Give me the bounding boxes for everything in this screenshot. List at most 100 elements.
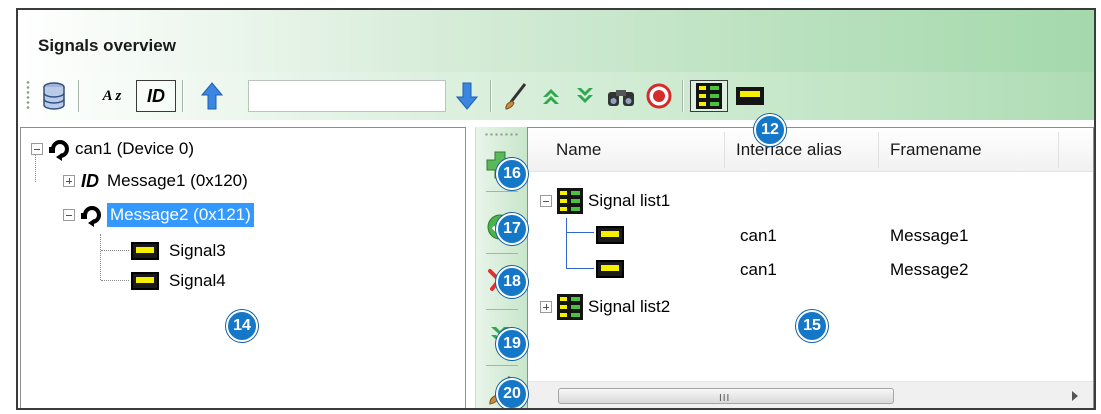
toolbar-grip[interactable] <box>484 133 518 136</box>
column-header-interface-alias[interactable]: Interface alias <box>736 140 842 160</box>
database-button[interactable] <box>38 80 70 112</box>
column-header-name[interactable]: Name <box>556 140 601 160</box>
toolbar-separator <box>490 80 491 112</box>
search-up-button[interactable] <box>194 80 230 112</box>
panel-title: Signals overview <box>38 36 176 55</box>
show-signal-lists-button[interactable] <box>690 80 728 112</box>
brush-icon <box>505 83 527 110</box>
database-icon <box>43 82 65 110</box>
device-tree: can1 (Device 0) ID Message1 (0x120) Mess… <box>20 127 466 408</box>
callout-badge: 17 <box>496 213 528 245</box>
callout-badge: 12 <box>754 114 786 146</box>
toolbar-separator <box>78 80 79 112</box>
signal-row[interactable] <box>596 254 624 284</box>
column-divider[interactable] <box>878 132 879 168</box>
toolbar-separator <box>682 80 683 112</box>
signal-list-row-2[interactable]: Signal list2 <box>540 292 670 322</box>
search-input[interactable] <box>248 80 446 112</box>
id-icon: ID <box>147 85 165 106</box>
signal-list-row-1[interactable]: Signal list1 <box>540 186 670 216</box>
sort-az-icon: A z <box>102 87 122 104</box>
double-chevron-down-icon <box>577 88 593 103</box>
toolbar: A z ID <box>18 72 1094 120</box>
signal-icon <box>131 272 159 290</box>
tree-line <box>101 250 129 251</box>
toolbar-separator <box>182 80 183 112</box>
tree-node-signal3[interactable]: Signal3 <box>131 236 226 266</box>
tree-node-label-selected: Message2 (0x121) <box>107 203 254 227</box>
column-header-framename[interactable]: Framename <box>890 140 982 160</box>
can-bus-icon <box>81 206 101 227</box>
cell-framename: Message2 <box>890 260 969 279</box>
move-to-bottom-button[interactable] <box>570 80 600 112</box>
tree-node-signal4[interactable]: Signal4 <box>131 266 226 296</box>
cell-interface-alias: can1 <box>740 260 777 279</box>
signal-list-icon <box>557 294 583 320</box>
callout-badge: 20 <box>496 378 528 408</box>
collapse-icon[interactable] <box>31 143 43 155</box>
toolbar-separator <box>486 365 518 366</box>
grid-header: Name Interface alias Framename <box>528 128 1093 172</box>
show-signals-button[interactable] <box>732 80 768 112</box>
find-button[interactable] <box>604 80 638 112</box>
collapse-icon[interactable] <box>540 195 552 207</box>
tree-line <box>566 232 594 233</box>
signal-list-label: Signal list2 <box>588 297 671 316</box>
tree-node-can1[interactable]: can1 (Device 0) <box>31 134 194 164</box>
signal-row[interactable] <box>596 220 624 250</box>
move-to-top-button[interactable] <box>536 80 566 112</box>
sort-by-id-button[interactable]: ID <box>136 80 176 112</box>
toolbar-separator <box>486 191 518 192</box>
arrow-up-icon <box>201 82 223 110</box>
scroll-right-icon[interactable] <box>1071 391 1079 401</box>
callout-badge: 15 <box>796 310 828 342</box>
signal-icon <box>596 226 624 244</box>
tree-node-message1[interactable]: ID Message1 (0x120) <box>63 166 248 196</box>
signal-icon <box>596 260 624 278</box>
signal-lists-grid: Name Interface alias Framename Signal li… <box>527 127 1094 408</box>
column-divider[interactable] <box>724 132 725 168</box>
tree-node-label: Message1 (0x120) <box>107 171 248 190</box>
toolbar-separator <box>486 253 518 254</box>
tree-node-label: Signal3 <box>169 241 226 260</box>
scrollbar-thumb[interactable]: III <box>558 388 894 404</box>
sort-alphabetical-button[interactable]: A z <box>92 80 132 112</box>
collapse-icon[interactable] <box>63 209 75 221</box>
can-bus-icon <box>49 140 69 161</box>
callout-badge: 19 <box>496 328 528 360</box>
tree-line <box>100 234 101 280</box>
double-chevron-up-icon <box>543 89 559 104</box>
signal-icon <box>131 242 159 260</box>
toolbar-separator <box>486 309 518 310</box>
tree-line <box>566 268 594 269</box>
signal-list-icon <box>696 83 722 109</box>
panel-header: Signals overview <box>18 10 1094 72</box>
edit-button[interactable] <box>500 80 532 112</box>
stop-icon <box>646 83 672 109</box>
callout-badge: 16 <box>496 158 528 190</box>
column-divider[interactable] <box>1058 132 1059 168</box>
arrow-down-icon <box>456 82 478 110</box>
toolbar-grip[interactable] <box>26 80 30 110</box>
expand-icon[interactable] <box>63 175 75 187</box>
tree-line <box>566 218 567 268</box>
tree-node-label: Signal4 <box>169 271 226 290</box>
signal-list-icon <box>557 188 583 214</box>
binoculars-icon <box>608 90 634 106</box>
horizontal-scrollbar[interactable]: III <box>528 381 1093 408</box>
message-id-icon: ID <box>81 170 99 191</box>
cell-framename: Message1 <box>890 226 969 245</box>
cell-interface-alias: can1 <box>740 226 777 245</box>
search-down-button[interactable] <box>452 80 482 112</box>
stop-button[interactable] <box>642 80 676 112</box>
signal-list-label: Signal list1 <box>588 191 671 210</box>
callout-badge: 14 <box>226 310 258 342</box>
signals-overview-window: Signals overview A z ID can1 (Device 0) … <box>16 8 1096 410</box>
expand-icon[interactable] <box>540 301 552 313</box>
tree-node-message2[interactable]: Message2 (0x121) <box>63 200 254 230</box>
callout-badge: 18 <box>496 266 528 298</box>
signal-icon <box>736 87 764 105</box>
scroll-grip: III <box>719 393 731 404</box>
tree-line <box>101 280 129 281</box>
tree-node-label: can1 (Device 0) <box>75 139 195 158</box>
